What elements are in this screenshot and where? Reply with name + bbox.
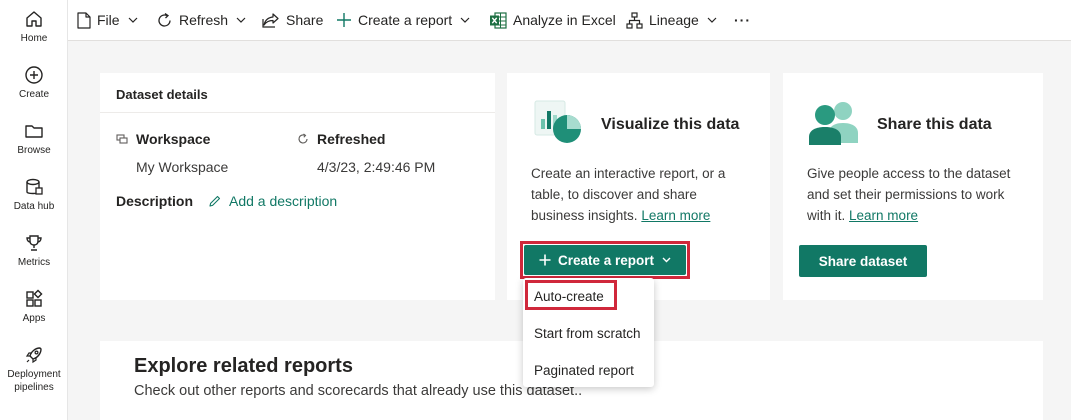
nav-apps-label: Apps: [22, 313, 46, 324]
excel-icon: [490, 11, 507, 29]
create-report-menu[interactable]: Create a report: [336, 10, 470, 30]
nav-deployment-pipelines[interactable]: Deployment pipelines: [0, 345, 68, 394]
plus-icon: [337, 13, 351, 27]
home-icon: [26, 11, 42, 27]
refreshed-label-group: Refreshed: [297, 131, 385, 147]
share-learn-more-link[interactable]: Learn more: [849, 208, 918, 223]
file-label: File: [97, 12, 120, 28]
analyze-in-excel-label: Analyze in Excel: [513, 12, 616, 28]
nav-create[interactable]: Create: [0, 65, 68, 101]
nav-browse[interactable]: Browse: [0, 121, 68, 157]
people-illustration-icon: [809, 102, 858, 145]
auto-create-highlight: [525, 280, 617, 310]
more-options-icon: ···: [734, 12, 751, 28]
chevron-down-icon: [707, 17, 717, 23]
plus-circle-icon: [25, 66, 43, 84]
lineage-icon: [626, 11, 643, 29]
nav-deployment-pipelines-label: Deployment pipelines: [7, 369, 61, 393]
plus-icon: [539, 254, 551, 266]
chevron-down-icon: [236, 17, 246, 23]
share-label: Share: [286, 12, 324, 28]
refreshed-value: 4/3/23, 2:49:46 PM: [317, 159, 436, 175]
share-icon: [262, 13, 279, 28]
create-report-label: Create a report: [358, 12, 453, 28]
toolbar: File Refresh Share Create a report Analy…: [68, 0, 1071, 41]
explore-title: Explore related reports: [134, 355, 353, 377]
workspace-label: Workspace: [136, 131, 211, 147]
dataset-details-card: Dataset details Workspace My Workspace R…: [100, 73, 495, 300]
apps-icon: [26, 289, 43, 307]
nav-home[interactable]: Home: [0, 9, 68, 45]
chart-illustration-icon: [534, 100, 581, 143]
visualize-title: Visualize this data: [601, 116, 740, 133]
left-navigation: Home Create Browse Data hub Metrics Apps…: [0, 0, 68, 420]
menu-item-start-from-scratch[interactable]: Start from scratch: [534, 326, 641, 341]
lineage-menu[interactable]: Lineage: [626, 10, 717, 30]
add-description-label: Add a description: [229, 193, 338, 209]
chevron-down-icon: [662, 257, 671, 263]
refresh-menu[interactable]: Refresh: [156, 10, 246, 30]
nav-apps[interactable]: Apps: [0, 289, 68, 325]
chevron-down-icon: [460, 17, 470, 23]
visualize-description: Create an interactive report, or a table…: [531, 163, 749, 226]
lineage-label: Lineage: [649, 12, 699, 28]
pencil-icon: [209, 195, 221, 207]
refresh-icon: [298, 133, 308, 144]
share-title: Share this data: [877, 116, 992, 133]
share-dataset-button[interactable]: Share dataset: [799, 245, 927, 277]
visualize-learn-more-link[interactable]: Learn more: [641, 208, 710, 223]
nav-browse-label: Browse: [17, 145, 51, 156]
nav-home-label: Home: [20, 33, 48, 44]
nav-data-hub[interactable]: Data hub: [0, 177, 68, 213]
document-icon: [77, 11, 91, 29]
share-card: Share this data Give people access to th…: [783, 73, 1043, 300]
share-description: Give people access to the dataset and se…: [807, 163, 1027, 226]
analyze-in-excel-button[interactable]: Analyze in Excel: [489, 10, 616, 30]
refresh-icon: [158, 12, 171, 27]
chevron-down-icon: [128, 17, 137, 23]
menu-item-paginated-report[interactable]: Paginated report: [534, 363, 634, 378]
share-button[interactable]: Share: [262, 10, 323, 30]
divider: [100, 112, 495, 113]
folder-icon: [25, 125, 43, 138]
file-menu[interactable]: File: [77, 10, 138, 30]
create-report-button-label: Create a report: [557, 252, 655, 268]
dataset-details-title: Dataset details: [116, 87, 208, 102]
description-label: Description: [116, 193, 194, 209]
nav-metrics[interactable]: Metrics: [0, 233, 68, 269]
workspace-value: My Workspace: [136, 159, 229, 175]
explore-subtitle: Check out other reports and scorecards t…: [134, 383, 583, 399]
refresh-label: Refresh: [179, 12, 229, 28]
refreshed-label: Refreshed: [317, 131, 386, 147]
create-report-button[interactable]: Create a report: [524, 245, 686, 275]
nav-data-hub-label: Data hub: [13, 201, 55, 212]
workspace-icon: [116, 134, 128, 144]
database-icon: [26, 178, 43, 195]
nav-create-label: Create: [18, 89, 49, 100]
workspace-label-group: Workspace: [116, 131, 210, 147]
add-description-link[interactable]: Add a description: [208, 193, 337, 209]
nav-metrics-label: Metrics: [17, 257, 51, 268]
more-options-button[interactable]: ···: [734, 10, 751, 30]
rocket-icon: [25, 347, 42, 364]
trophy-icon: [26, 235, 42, 251]
